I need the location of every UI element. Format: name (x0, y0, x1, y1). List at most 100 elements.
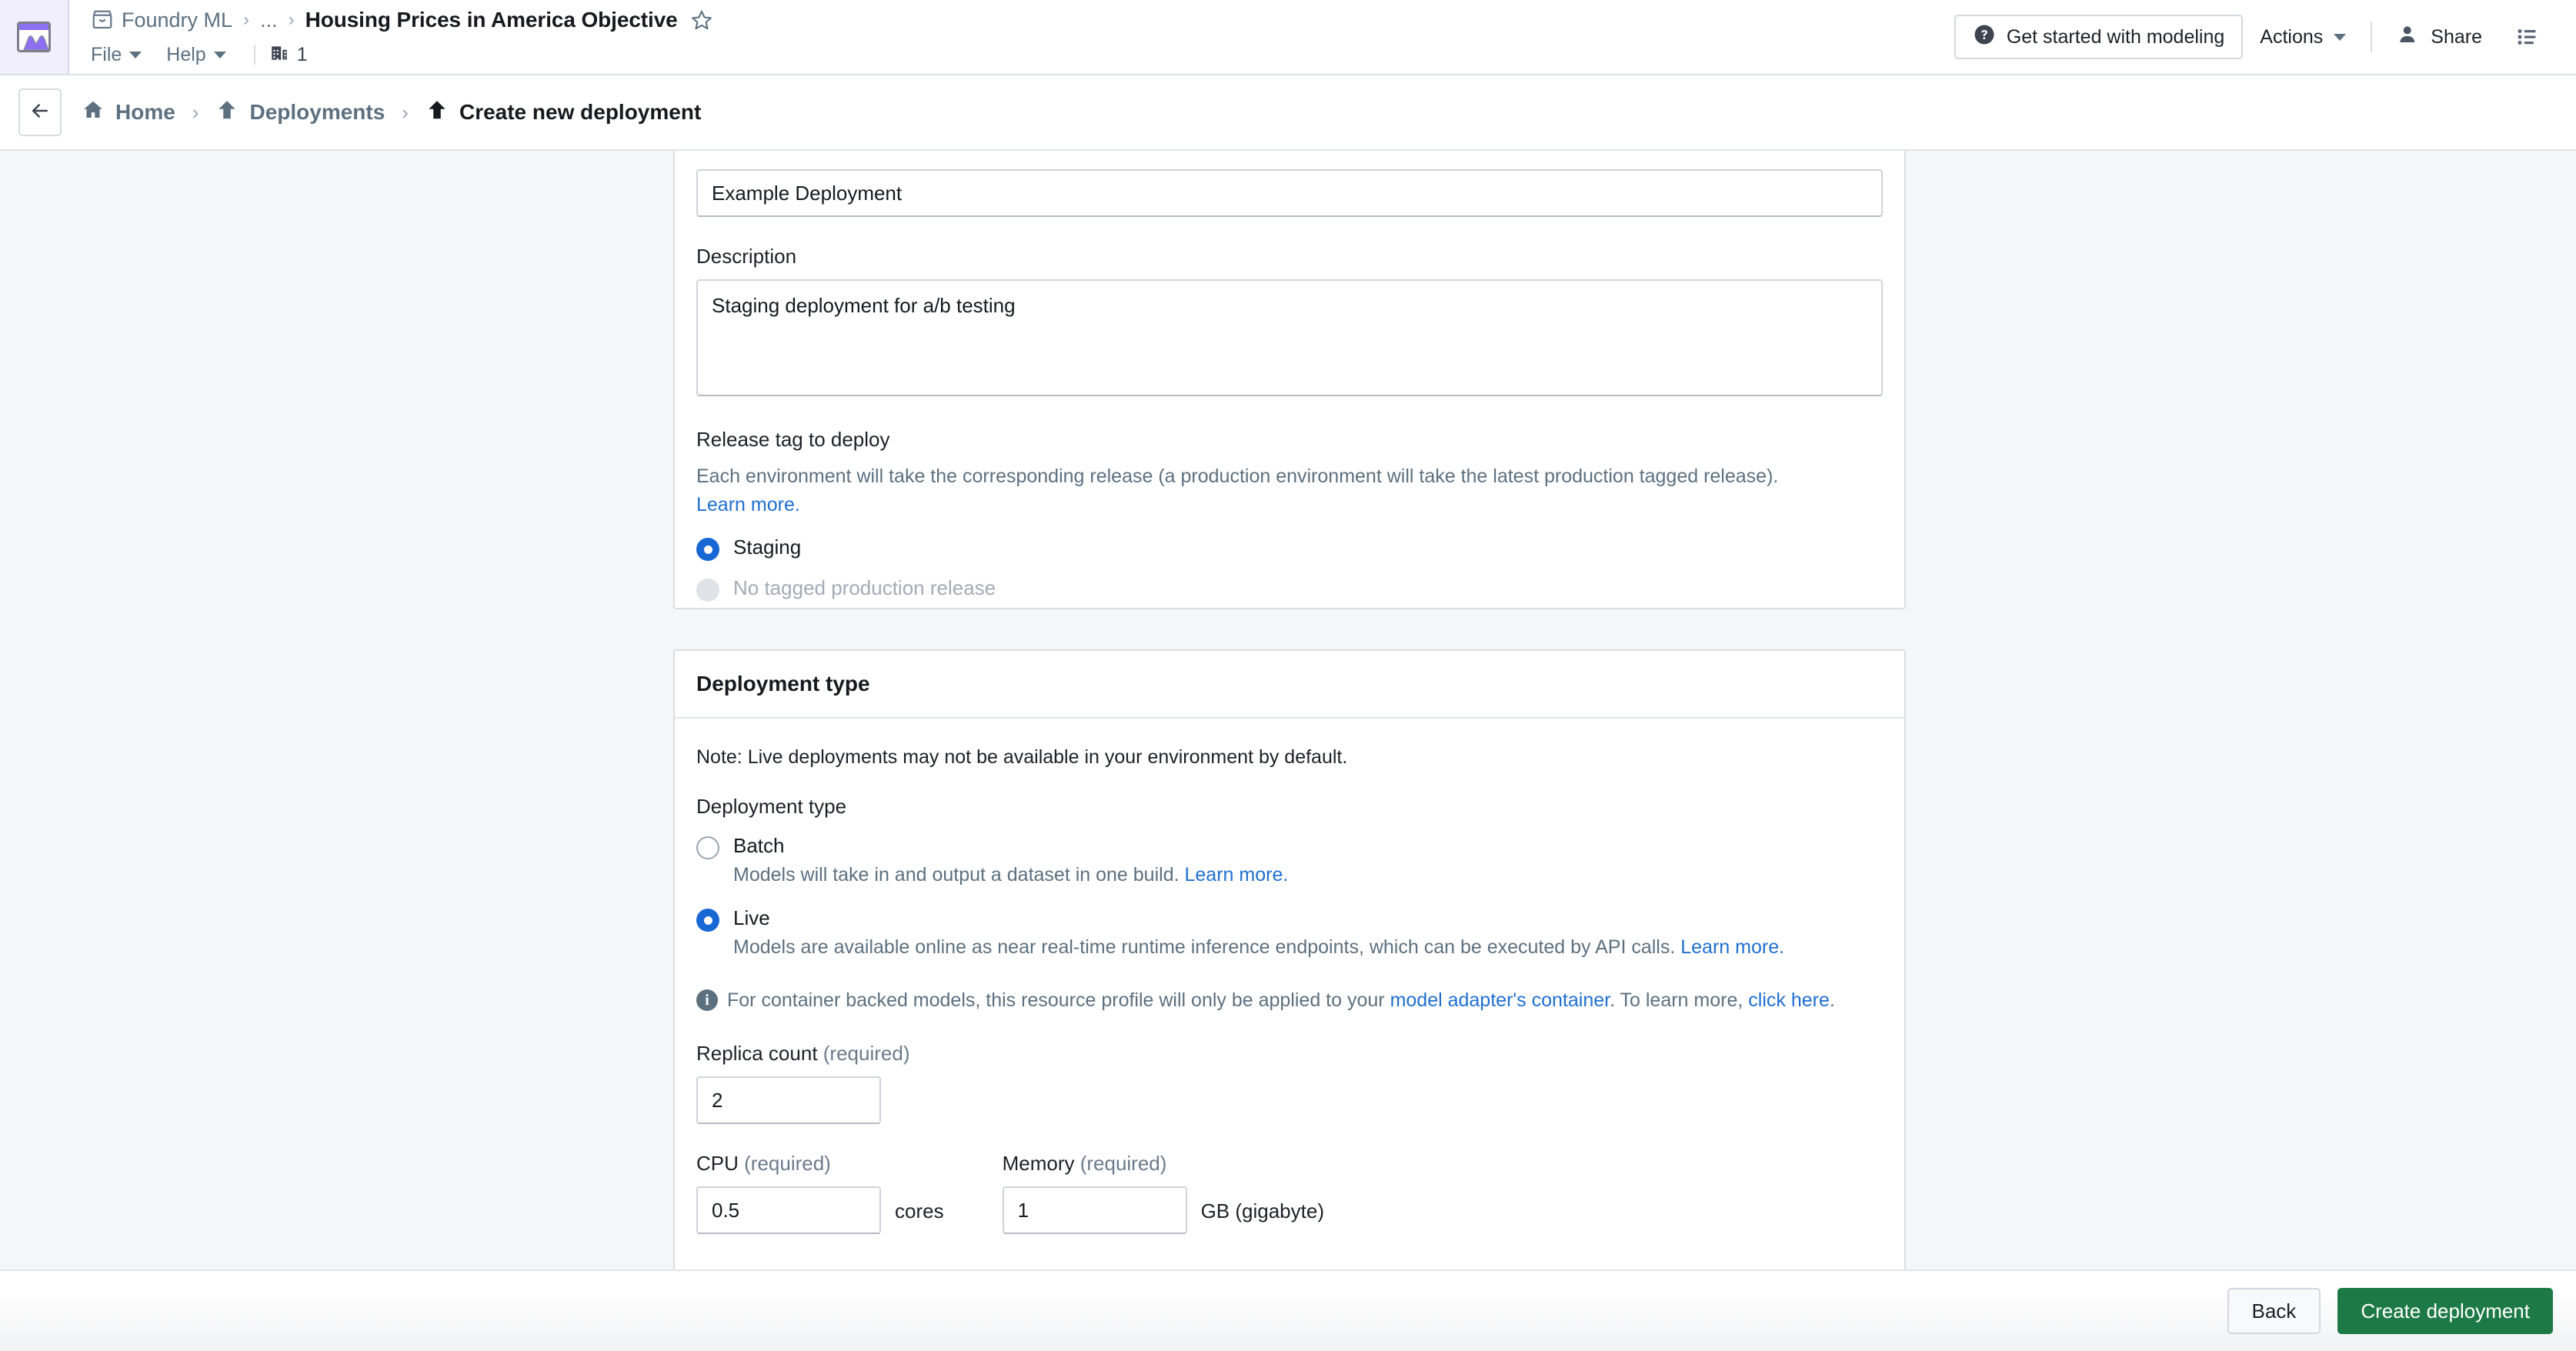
footer-action-bar: Back Create deployment (0, 1269, 2576, 1351)
bulleted-list-icon[interactable] (2499, 15, 2556, 59)
header-actions: Get started with modeling Actions Share (1954, 0, 2576, 74)
memory-label-text: Memory (1002, 1152, 1080, 1176)
deployment-type-option-live[interactable]: Live Models are available online as near… (696, 906, 1883, 959)
radio-staging[interactable] (696, 538, 719, 561)
logo-mountain-shape (23, 35, 48, 50)
batch-learn-more-link[interactable]: Learn more. (1185, 864, 1289, 886)
nav-crumb-current-label: Create new deployment (459, 100, 702, 124)
breadcrumb-ellipsis[interactable]: ... (260, 8, 278, 32)
radio-batch-label: Batch (733, 834, 785, 857)
live-learn-more-link[interactable]: Learn more. (1680, 936, 1784, 958)
deploy-upload-icon (215, 98, 239, 127)
radio-batch[interactable] (696, 836, 719, 859)
nav-crumb-create-new-deployment: Create new deployment (425, 98, 701, 127)
deployment-type-card: Deployment type Note: Live deployments m… (673, 649, 1906, 1269)
general-settings-card: Description Release tag to deploy Each e… (673, 151, 1906, 609)
description-textarea[interactable] (696, 279, 1883, 396)
user-icon (2397, 23, 2420, 52)
chevron-down-icon (213, 51, 226, 58)
cpu-unit-label: cores (895, 1199, 944, 1223)
deploy-upload-icon-current (425, 98, 449, 127)
release-tag-label: Release tag to deploy (696, 428, 890, 451)
menu-help-label: Help (166, 43, 206, 65)
breadcrumb-separator-2: › (288, 9, 295, 30)
org-indicator[interactable]: 1 (269, 42, 308, 68)
replica-count-input[interactable] (696, 1076, 881, 1125)
arrow-left-icon (28, 99, 52, 126)
memory-input[interactable] (1002, 1186, 1187, 1235)
batch-description-text: Models will take in and output a dataset… (733, 864, 1185, 886)
replica-count-required-tag: (required) (823, 1042, 910, 1066)
app-logo-button[interactable] (0, 0, 69, 74)
release-tag-option-production: No tagged production release (696, 576, 1883, 602)
cpu-required-tag: (required) (744, 1152, 831, 1176)
chevron-down-icon (2334, 33, 2347, 41)
memory-field-group: Memory (required) GB (gigabyte) (1002, 1152, 1324, 1235)
nav-crumb-home[interactable]: Home (82, 98, 175, 127)
model-adapter-container-link[interactable]: model adapter's container (1390, 989, 1610, 1011)
building-icon (269, 42, 289, 68)
deployment-type-section-label: Deployment type (696, 795, 847, 818)
back-navigation-button[interactable] (18, 88, 62, 136)
callout-text-before: For container backed models, this resour… (727, 989, 1390, 1011)
deployment-type-card-header: Deployment type (675, 651, 1904, 719)
memory-required-tag: (required) (1079, 1152, 1167, 1176)
chevron-down-icon (129, 51, 142, 58)
deployment-name-input[interactable] (696, 169, 1883, 217)
breadcrumb-root-link[interactable]: Foundry ML (122, 8, 232, 32)
deployment-type-card-title: Deployment type (696, 672, 870, 696)
callout-text-middle: . To learn more, (1610, 989, 1749, 1011)
memory-unit-label: GB (gigabyte) (1200, 1199, 1324, 1223)
breadcrumb-separator: › (243, 9, 250, 30)
nav-crumb-deployments[interactable]: Deployments (215, 98, 385, 127)
header-divider (2371, 22, 2373, 52)
release-tag-option-staging[interactable]: Staging (696, 535, 1883, 561)
star-outline-icon[interactable] (690, 8, 713, 32)
cpu-label-text: CPU (696, 1152, 745, 1176)
radio-live-label: Live (733, 906, 770, 929)
memory-label: Memory (required) (1003, 1152, 1324, 1176)
click-here-link[interactable]: click here (1748, 989, 1830, 1011)
nav-crumb-deployments-label: Deployments (249, 100, 385, 124)
breadcrumb: Foundry ML › ... › Housing Prices in Ame… (91, 2, 1954, 38)
replica-count-label-text: Replica count (696, 1042, 823, 1066)
home-icon (82, 98, 105, 127)
menu-help[interactable]: Help (166, 41, 236, 69)
logo-title-bar (19, 24, 48, 30)
radio-no-production-release-label: No tagged production release (733, 576, 996, 599)
cpu-field-group: CPU (required) cores (696, 1152, 944, 1235)
nav-crumb-home-label: Home (115, 100, 175, 124)
app-header: Foundry ML › ... › Housing Prices in Ame… (0, 0, 2576, 75)
nav-separator: › (192, 100, 199, 124)
batch-description: Models will take in and output a dataset… (733, 864, 1883, 886)
radio-staging-label: Staging (733, 535, 802, 559)
share-button[interactable]: Share (2380, 15, 2499, 59)
release-tag-help: Each environment will take the correspon… (696, 462, 1883, 519)
share-label: Share (2431, 25, 2482, 48)
cpu-label: CPU (required) (696, 1152, 944, 1176)
box-icon (91, 8, 114, 32)
back-button[interactable]: Back (2227, 1288, 2321, 1334)
radio-live[interactable] (696, 909, 719, 932)
actions-menu-button[interactable]: Actions (2243, 15, 2363, 59)
menu-file[interactable]: File (91, 41, 152, 69)
container-resource-callout-text: For container backed models, this resour… (727, 986, 1835, 1014)
page-title: Housing Prices in America Objective (305, 8, 678, 32)
cpu-input[interactable] (696, 1186, 881, 1235)
actions-label: Actions (2260, 25, 2324, 48)
release-tag-learn-more-link[interactable]: Learn more. (696, 494, 800, 515)
info-icon: i (696, 989, 718, 1011)
header-main: Foundry ML › ... › Housing Prices in Ame… (69, 0, 1954, 74)
radio-no-production-release (696, 579, 719, 602)
replica-count-label: Replica count (required) (696, 1042, 1883, 1066)
description-label: Description (696, 245, 797, 268)
menu-divider (253, 45, 255, 65)
get-started-button[interactable]: Get started with modeling (1954, 15, 2244, 59)
page-scroll-container[interactable]: Description Release tag to deploy Each e… (0, 151, 2576, 1269)
general-card-body: Description Release tag to deploy Each e… (675, 151, 1904, 602)
create-deployment-button[interactable]: Create deployment (2337, 1288, 2553, 1334)
deployment-type-option-batch[interactable]: Batch Models will take in and output a d… (696, 834, 1883, 886)
resource-fields-row: CPU (required) cores Memory (required) G… (696, 1152, 1883, 1235)
live-description: Models are available online as near real… (733, 936, 1883, 959)
navigation-breadcrumb-bar: Home › Deployments › Create new deployme… (0, 75, 2576, 151)
